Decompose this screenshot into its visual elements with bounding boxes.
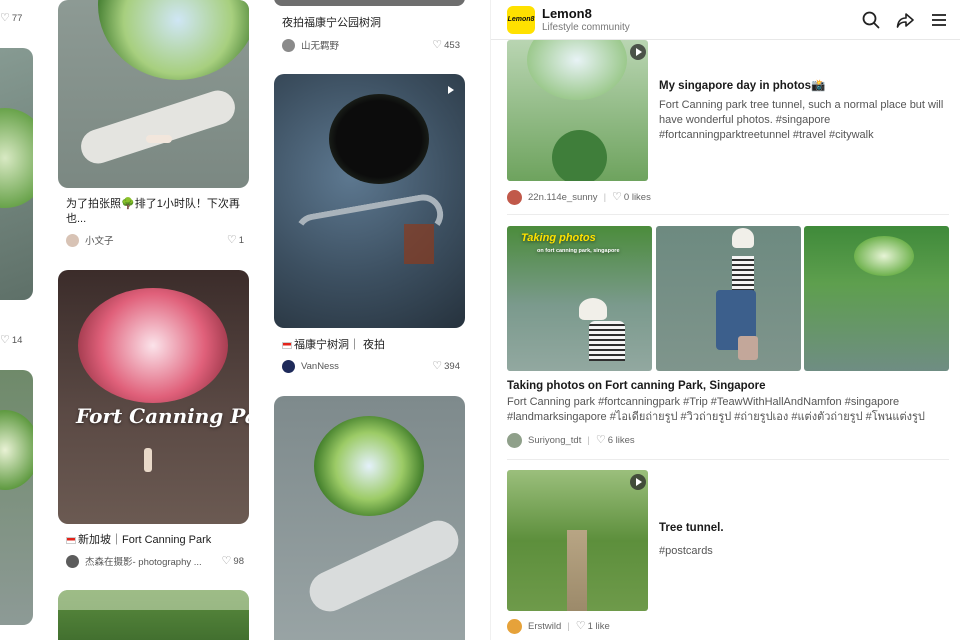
menu-icon[interactable] <box>929 10 949 30</box>
header-actions <box>861 10 949 30</box>
feed-image-edge-bottom[interactable] <box>0 370 33 625</box>
lemon8-logo[interactable]: Lemon8 <box>507 5 535 34</box>
feed-meta: 小文子 ♡ 1 <box>66 232 244 248</box>
like-count: 453 <box>444 39 460 51</box>
post-1-body: Fort Canning park tree tunnel, such a no… <box>659 99 944 141</box>
avatar[interactable] <box>507 618 522 634</box>
avatar[interactable] <box>282 38 295 52</box>
singapore-flag-icon <box>282 341 292 349</box>
lemon8-panel: Lemon8 Lemon8 Lifestyle community My sin… <box>490 0 960 640</box>
post-2-image-3[interactable] <box>804 226 949 371</box>
heart-icon[interactable]: ♡ <box>576 620 586 632</box>
feed-image-edge-top[interactable] <box>0 48 33 300</box>
video-play-icon <box>630 44 646 60</box>
author-name[interactable]: 22n.114e_sunny <box>528 192 598 203</box>
feed-meta: 山无羁野 ♡ 453 <box>282 37 460 53</box>
heart-icon[interactable]: ♡ <box>227 234 237 246</box>
screen: ♡ 77 ♡ 14 为了拍张照🌳排了1小时队！下次再也... 小文子 ♡ 1 Fort… <box>0 0 960 640</box>
avatar[interactable] <box>282 359 295 373</box>
heart-icon[interactable]: ♡ <box>0 12 10 24</box>
post-2-title[interactable]: Taking photos on Fort canning Park, Sing… <box>507 380 949 392</box>
share-icon[interactable] <box>895 10 915 30</box>
post-3-image[interactable] <box>507 470 648 611</box>
post-divider <box>507 214 949 215</box>
author-name[interactable]: Erstwild <box>528 621 561 632</box>
post-2-image-2[interactable] <box>656 226 801 371</box>
author-name[interactable]: 杰森在摄影- photography ... <box>85 554 218 568</box>
post-1-meta: 22n.114e_sunny | ♡ 0 likes <box>507 189 651 205</box>
app-header: Lemon8 Lemon8 Lifestyle community <box>491 0 960 40</box>
masonry-feed: ♡ 77 ♡ 14 为了拍张照🌳排了1小时队！下次再也... 小文子 ♡ 1 Fort… <box>0 0 490 640</box>
post-divider <box>507 459 949 460</box>
like-count: 14 <box>11 334 23 346</box>
heart-icon[interactable]: ♡ <box>596 434 606 446</box>
avatar[interactable] <box>66 554 79 568</box>
feed-image-night-tunnel[interactable] <box>274 74 465 328</box>
like-count: 1 like <box>587 620 610 632</box>
like-count: 6 likes <box>607 434 635 446</box>
feed-meta: 杰森在摄影- photography ... ♡ 98 <box>66 553 244 569</box>
post-2-overlay-title: Taking photos <box>521 232 596 244</box>
feed-image-green-canopy[interactable] <box>58 590 249 640</box>
author-name[interactable]: 小文子 <box>85 233 223 247</box>
app-subtitle: Lifestyle community <box>542 21 630 33</box>
feed-image-fort-canning-pink[interactable]: Fort Canning Park <box>58 270 249 524</box>
author-name[interactable]: 山无羁野 <box>301 38 428 52</box>
post-2-meta: Suriyong_tdt | ♡ 6 likes <box>507 432 635 448</box>
brand-block: Lemon8 Lifestyle community <box>542 6 630 34</box>
heart-icon[interactable]: ♡ <box>432 39 442 51</box>
author-name[interactable]: Suriyong_tdt <box>528 435 581 446</box>
heart-icon[interactable]: ♡ <box>222 555 232 567</box>
app-title: Lemon8 <box>542 5 592 21</box>
video-play-icon <box>630 474 646 490</box>
like-count: 0 likes <box>623 191 651 203</box>
post-3-meta: Erstwild | ♡ 1 like <box>507 618 610 634</box>
like-count: 98 <box>233 555 244 567</box>
like-count: 394 <box>444 360 460 372</box>
feed-caption[interactable]: 为了拍张照🌳排了1小时队！下次再也... <box>66 197 244 227</box>
heart-icon[interactable]: ♡ <box>432 360 442 372</box>
feed-image-tunnel-woman[interactable] <box>58 0 249 188</box>
post-2-image-1[interactable]: Taking photos on fort canning park, sing… <box>507 226 652 371</box>
feed-caption[interactable]: 夜拍福康宁公园树洞 <box>282 16 460 31</box>
feed-meta-edge-top: ♡ 77 <box>0 10 30 26</box>
search-icon[interactable] <box>861 10 881 30</box>
like-count: 77 <box>11 12 23 24</box>
feed-meta: VanNess ♡ 394 <box>282 358 460 374</box>
heart-icon[interactable]: ♡ <box>0 334 10 346</box>
author-name[interactable]: VanNess <box>301 361 428 372</box>
singapore-flag-icon <box>66 536 76 544</box>
post-1-title[interactable]: My singapore day in photos📸 <box>659 78 949 92</box>
feed-caption[interactable]: 福康宁树洞｜ 夜拍 <box>282 338 460 353</box>
post-2-body: Fort Canning park #fortcanningpark #Trip… <box>507 396 925 423</box>
feed-image-spiral-day[interactable] <box>274 396 465 640</box>
avatar[interactable] <box>507 432 522 448</box>
like-count: 1 <box>238 234 244 246</box>
post-2-overlay-sub: on fort canning park, singapore <box>537 248 620 254</box>
avatar[interactable] <box>507 189 522 205</box>
feed-meta-edge-mid: ♡ 14 <box>0 332 30 348</box>
post-1-image[interactable] <box>507 40 648 181</box>
heart-icon[interactable]: ♡ <box>612 191 622 203</box>
overlay-title: Fort Canning Park <box>76 404 249 428</box>
post-3-title[interactable]: Tree tunnel. <box>659 522 949 534</box>
avatar[interactable] <box>66 233 79 247</box>
video-play-icon <box>442 82 458 98</box>
post-3-body: #postcards <box>659 545 713 557</box>
feed-caption[interactable]: 新加坡｜Fort Canning Park <box>66 533 244 548</box>
feed-image-night-top[interactable] <box>274 0 465 6</box>
